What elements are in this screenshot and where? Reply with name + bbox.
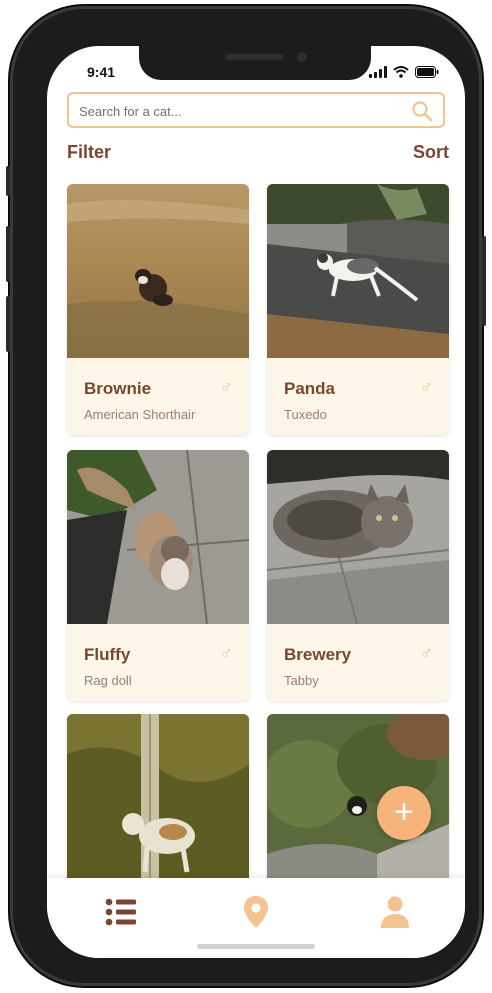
status-time: 9:41 bbox=[87, 64, 116, 80]
male-icon: ♂ bbox=[219, 643, 234, 663]
status-icons bbox=[369, 66, 439, 78]
cat-photo bbox=[267, 184, 449, 358]
male-icon: ♂ bbox=[419, 643, 434, 663]
cat-card[interactable]: Brownie American Shorthair ♂ bbox=[67, 184, 249, 435]
sort-button[interactable]: Sort bbox=[413, 142, 449, 163]
power-button bbox=[482, 236, 486, 326]
cat-card[interactable]: Panda Tuxedo ♂ bbox=[267, 184, 449, 435]
home-indicator bbox=[197, 944, 315, 949]
signal-icon bbox=[369, 66, 387, 78]
cat-card[interactable]: Fluffy Rag doll ♂ bbox=[67, 450, 249, 701]
profile-icon[interactable] bbox=[375, 892, 415, 932]
notch bbox=[139, 46, 371, 80]
mute-switch bbox=[6, 166, 10, 196]
search-bar[interactable] bbox=[67, 92, 445, 128]
cat-breed: Rag doll bbox=[84, 673, 132, 688]
wifi-icon bbox=[393, 66, 409, 78]
cat-name: Brewery bbox=[284, 645, 352, 664]
cat-photo bbox=[67, 184, 249, 358]
cat-name: Brownie bbox=[84, 379, 152, 398]
map-pin-icon[interactable] bbox=[236, 892, 276, 932]
cat-name: Fluffy bbox=[84, 645, 131, 664]
cat-breed: Tuxedo bbox=[284, 407, 327, 422]
list-icon[interactable] bbox=[101, 892, 141, 932]
cat-photo bbox=[67, 714, 249, 884]
cat-photo bbox=[67, 450, 249, 625]
male-icon: ♂ bbox=[419, 377, 434, 397]
cat-breed: Tabby bbox=[284, 673, 319, 688]
cat-name: Panda bbox=[284, 379, 336, 398]
search-input[interactable] bbox=[77, 94, 401, 128]
volume-up-button bbox=[6, 226, 10, 282]
cat-breed: American Shorthair bbox=[84, 407, 196, 422]
cat-card[interactable] bbox=[67, 714, 249, 884]
battery-icon bbox=[415, 66, 439, 78]
add-cat-button[interactable]: + bbox=[377, 786, 431, 840]
filter-button[interactable]: Filter bbox=[67, 142, 111, 163]
app-screen: 9:41 Search for a cat... Filter Sort Bro… bbox=[47, 46, 465, 958]
cat-card[interactable]: Brewery Tabby ♂ bbox=[267, 450, 449, 701]
phone-frame: 9:41 Search for a cat... Filter Sort Bro… bbox=[6, 6, 486, 986]
cat-photo bbox=[267, 450, 449, 625]
male-icon: ♂ bbox=[219, 377, 234, 397]
search-icon[interactable] bbox=[411, 100, 433, 122]
volume-down-button bbox=[6, 296, 10, 352]
